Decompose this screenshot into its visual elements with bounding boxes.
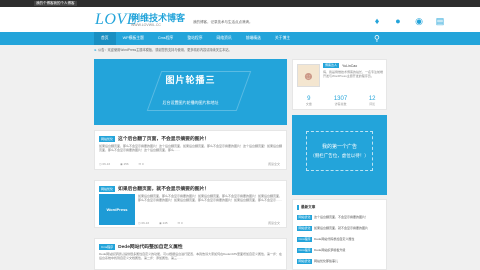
header-icons: ♦ ● ◉ ▤ [372,17,445,26]
post-title[interactable]: Dede网站代码整加自定义属性 [118,243,183,250]
list-item[interactable]: Cms程序 Dede网站织梦模板升级 [297,248,345,253]
post-title[interactable]: 这个后台翻了页面，不会显示摘要的图片！ [118,135,209,142]
list-item[interactable]: Cms程序 Dede网站代码整加自定义属性 [297,237,354,242]
post-category[interactable]: Cms程序 [99,243,116,250]
author-badge: 博客达人 [323,63,340,68]
site-header: LOVE 俐维技术博客 WWW.LOVWIL.CC 我的博客，记录技术与生活点点… [0,7,480,32]
site-slogan: 我的博客，记录技术与生活点点滴滴。 [193,20,253,24]
ad-title: 我的第一个广告 [321,144,357,150]
weibo-icon[interactable]: ◉ [414,17,424,26]
post-meta: ◷ 06-16 ◉ 256 ✉ 0 [99,162,144,166]
post-card: 网站优化 如果后台翻页面，就不会显示摘要的图片！ WordPress 如果后台翻… [94,180,287,228]
sidebar-ad[interactable]: 我的第一个广告 （侧栏广告位，虚位以待！） [292,115,387,195]
post-comments: ✉ 0 [138,162,144,166]
ad-subtitle: （侧栏广告位，虚位以待！） [310,153,369,158]
post-meta: ◷ 06-16 ◉ 245 ✉ 0 [138,221,183,225]
ad-frame [306,131,373,171]
post-views: ◉ 245 [159,221,168,225]
qq-icon[interactable]: ● [393,17,403,26]
thumbnail-label: WordPress [106,207,128,212]
list-item[interactable]: 网站优化 网站优化那些事儿 [297,259,338,264]
post-card: Cms程序 Dede网站代码整加自定义属性 Dede网站织梦默认提供很多属性自定… [94,238,287,270]
post-category[interactable]: 网站优化 [99,185,116,192]
bell-icon[interactable]: ♦ [372,17,382,26]
logo-subtitle: WWW.LOVWIL.CC [131,23,161,27]
top-bar: 我的个博客我的个人博客 [0,0,480,7]
list-item[interactable]: 网站优化 这个后台翻页面，不会显示摘要的图片！ [297,215,368,220]
slider-subtitle: 后台设置图片轮播的图片和地址 [162,100,219,105]
list-item[interactable]: 网站优化 如果后台翻页面，就不会显示摘要的图片 [297,226,368,231]
widget-title: 最新文章 [297,205,315,210]
latest-posts-widget: 最新文章 网站优化 这个后台翻页面，不会显示摘要的图片！ 网站优化 如果后台翻页面，… [292,199,387,270]
post-views: ◉ 256 [120,162,129,166]
nav-item-site-programs[interactable]: 整站程序 [180,32,209,45]
post-excerpt: 如果后台翻页面，那么不会显示摘要的图片！如果后台翻页面，那么不会显示摘要的图片！… [138,194,283,203]
stat-articles: 9 文章 [305,96,312,106]
stat-visitors: 1307 访客总数 [333,96,348,106]
notice-text: 公告：欢迎使用WordPress主题本模板，感谢您的支持与使用，更多精彩内容请持… [98,48,232,52]
post-card: 网站优化 这个后台翻了页面，不会显示摘要的图片！ 如果后台翻页面，那么不会显示摘… [94,130,287,170]
nav-item-about[interactable]: 关于博主 [268,32,297,45]
post-date: ◷ 06-16 [99,162,111,166]
image-slider[interactable]: 图片轮播三 后台设置图片轮播的图片和地址 [94,59,287,125]
nav-item-cms[interactable]: Cms程序 [151,32,180,45]
top-bar-text: 我的个博客我的个人博客 [34,1,77,6]
notice-bar: ► 公告：欢迎使用WordPress主题本模板，感谢您的支持与使用，更多精彩内容… [94,48,386,53]
stat-comments: 12 评论 [368,96,376,106]
slider-title: 图片轮播三 [165,75,216,85]
nav-item-wp-themes[interactable]: WP模板主题 [116,32,151,45]
author-profile: ☻ 博客达人 YuLinCao 嗨，我是俐维技术博客的站长，一名专注前端开发与W… [292,59,387,110]
post-thumbnail[interactable]: WordPress [99,194,135,225]
post-category[interactable]: 网站优化 [99,135,116,142]
avatar[interactable]: ☻ [297,64,320,87]
author-name[interactable]: YuLinCao [342,64,357,68]
rss-icon[interactable]: ▤ [435,17,445,26]
nav-item-news[interactable]: 网络资讯 [210,32,239,45]
post-title[interactable]: 如果后台翻页面，就不会显示摘要的图片！ [118,185,209,192]
main-nav: 首页 WP模板主题 Cms程序 整站程序 网络资讯 前端精选 关于博主 ⚲ [0,32,480,45]
post-excerpt: Dede网站织梦默认提供很多属性自定义的功能，可以根据后台进行配置，本篇告诉大家… [99,252,283,261]
post-date: ◷ 06-16 [138,221,150,225]
nav-item-home[interactable]: 首页 [94,32,116,45]
logo-chinese[interactable]: 俐维技术博客 [131,13,185,23]
post-comments: ✉ 0 [177,221,183,225]
nav-item-frontend[interactable]: 前端精选 [239,32,268,45]
author-description: 嗨，我是俐维技术博客的站长，一名专注前端开发与WordPress主题开发的程序员… [323,70,384,79]
read-more-link[interactable]: 阅读全文 [268,221,280,225]
author-stats: 9 文章 1307 访客总数 12 评论 [293,96,388,106]
post-excerpt: 如果后台翻页面，那么不会显示摘要的图片！这个后台翻页面，如果后台翻页面，那么不会… [99,144,283,153]
search-icon[interactable]: ⚲ [374,34,383,43]
read-more-link[interactable]: 阅读全文 [268,162,280,166]
